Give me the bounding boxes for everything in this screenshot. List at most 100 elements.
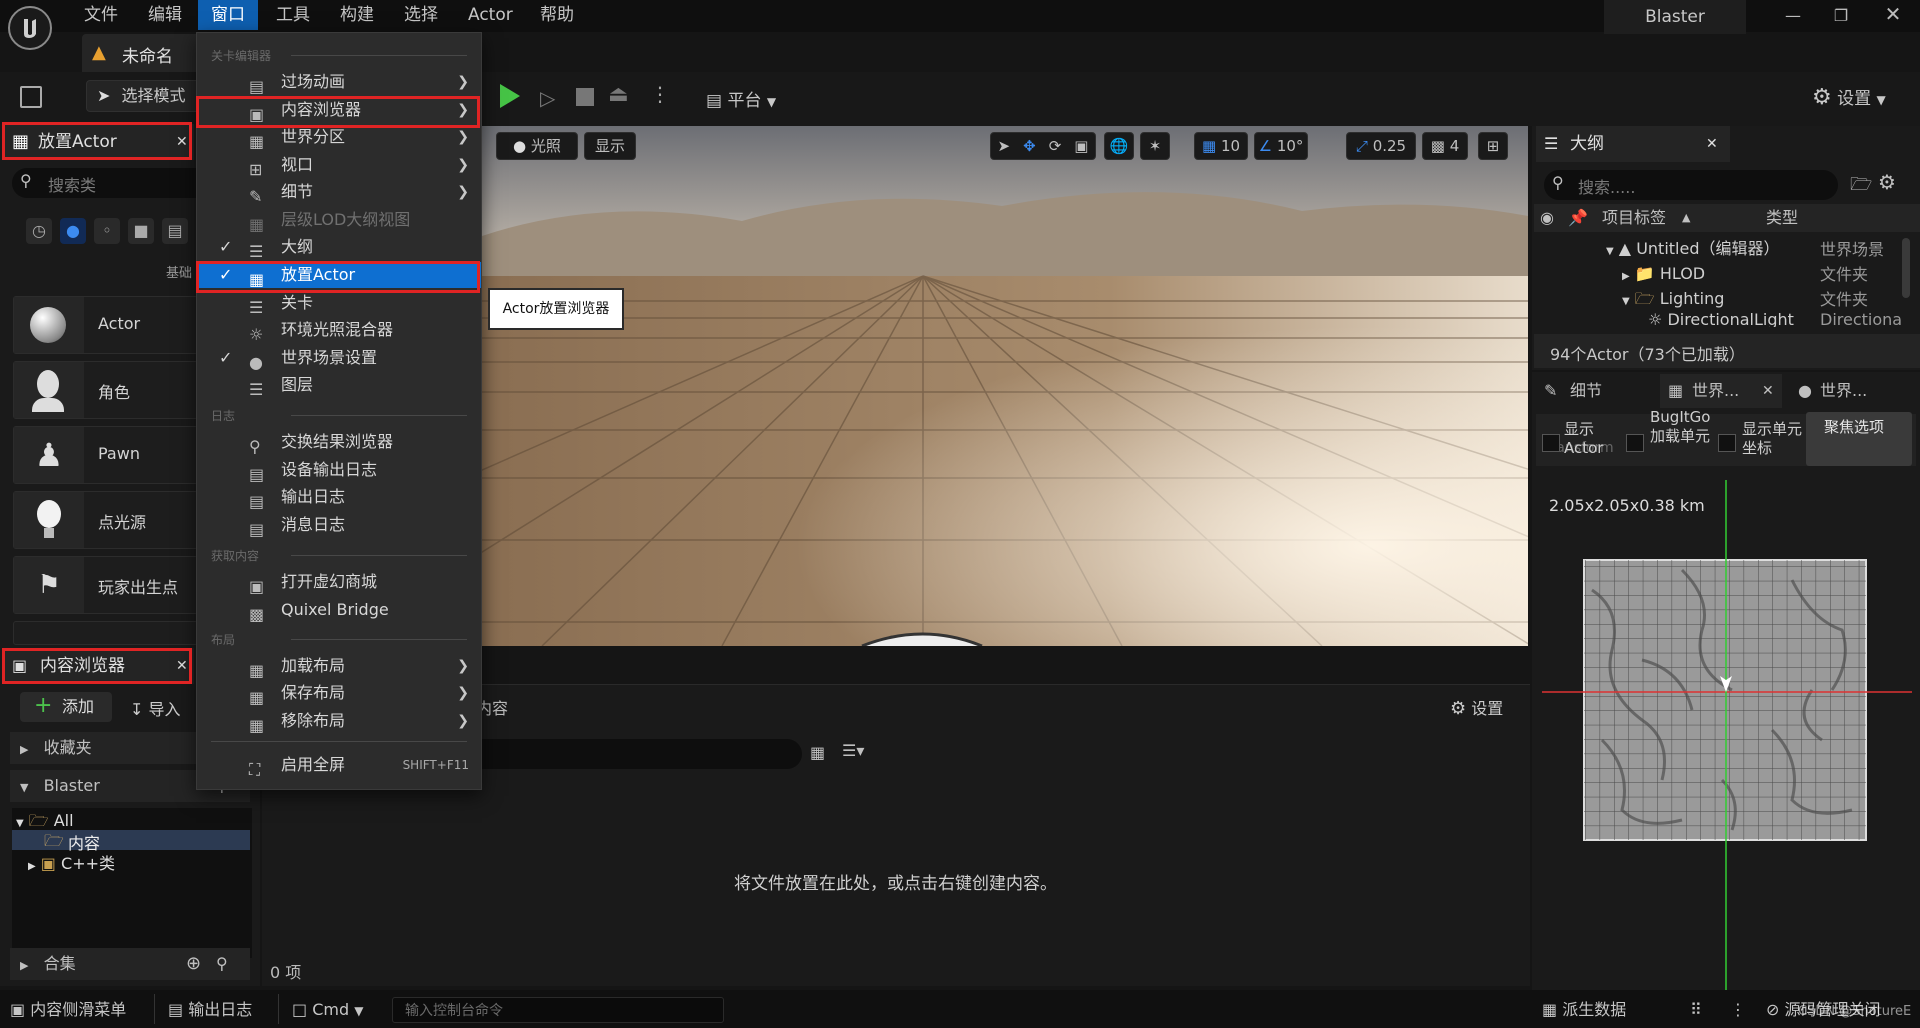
grip-icon[interactable]: ⠿ bbox=[1690, 994, 1702, 1026]
outliner-tab[interactable]: ☰ 大纲 ✕ bbox=[1536, 126, 1730, 162]
menu-item-output-log[interactable]: ▤ 输出日志 bbox=[197, 484, 481, 511]
search-icon[interactable]: ⚲ bbox=[216, 948, 228, 980]
eject-icon[interactable]: ⏏ bbox=[608, 82, 629, 107]
tree-item-cpp[interactable]: ▶ ▣ C++类 bbox=[28, 850, 115, 874]
cmd-dropdown[interactable]: □ Cmd ▼ bbox=[292, 994, 363, 1026]
actor-search-field[interactable]: ⚲ 搜索类 bbox=[12, 168, 198, 198]
stop-icon[interactable] bbox=[576, 88, 594, 106]
move-tool-icon[interactable]: ✥ bbox=[1023, 133, 1036, 159]
menu-edit[interactable]: 编辑 bbox=[140, 0, 190, 30]
menu-item-world-settings[interactable]: ✓ ● 世界场景设置 bbox=[197, 345, 481, 372]
menu-item-levels[interactable]: ☰ 关卡 bbox=[197, 290, 481, 317]
minimize-icon[interactable]: — bbox=[1782, 6, 1804, 28]
world-settings-tab[interactable]: ● 世界... bbox=[1790, 374, 1902, 408]
outliner-row[interactable]: ▶ 📁 HLOD bbox=[1622, 261, 1705, 286]
content-browser-tab[interactable]: ▣ 内容浏览器 ✕ bbox=[4, 648, 194, 684]
level-viewport[interactable]: ● 光照 显示 ➤ ✥ ⟳ ▣ 🌐 ✶ ▦ 10 ∠ 10° ⤢ 0.25 ▩ … bbox=[482, 126, 1528, 646]
save-search-icon[interactable]: ▦ bbox=[810, 743, 825, 762]
scale-tool-icon[interactable]: ▣ bbox=[1074, 133, 1088, 159]
menu-item-content-browser[interactable]: ▣ 内容浏览器 ❯ bbox=[197, 97, 481, 124]
menu-help[interactable]: 帮助 bbox=[532, 0, 582, 30]
details-tab[interactable]: ✎ 细节 bbox=[1536, 372, 1656, 410]
basic-icon[interactable]: ● bbox=[60, 218, 86, 244]
menu-item-layers[interactable]: ☰ 图层 bbox=[197, 372, 481, 399]
restore-icon[interactable]: ❐ bbox=[1830, 6, 1852, 28]
partial-item[interactable] bbox=[13, 621, 198, 645]
menu-select[interactable]: 选择 bbox=[396, 0, 446, 30]
menu-build[interactable]: 构建 bbox=[332, 0, 382, 30]
menu-item-outliner[interactable]: ✓ ☰ 大纲 bbox=[197, 234, 481, 261]
save-icon[interactable] bbox=[20, 86, 42, 108]
recent-icon[interactable]: ◷ bbox=[26, 218, 52, 244]
world-space-icon[interactable]: 🌐 bbox=[1104, 132, 1134, 160]
console-input[interactable]: 输入控制台命令 bbox=[392, 997, 724, 1023]
output-log-button[interactable]: ▤ 输出日志 bbox=[168, 994, 252, 1026]
bugitgo-checkbox[interactable] bbox=[1626, 434, 1644, 452]
menu-item-env-light-mixer[interactable]: ☼ 环境光照混合器 bbox=[197, 317, 481, 344]
angle-snap-button[interactable]: ∠ 10° bbox=[1254, 132, 1308, 160]
menu-item-remove-layout[interactable]: ▦ 移除布局 ❯ bbox=[197, 708, 481, 735]
menu-item-place-actor[interactable]: ✓ ▦ 放置Actor bbox=[197, 262, 481, 289]
visibility-icon[interactable]: ◉ bbox=[1540, 204, 1554, 232]
close-tab-icon[interactable]: ✕ bbox=[1706, 126, 1718, 162]
play-icon[interactable] bbox=[500, 84, 520, 108]
place-actor-tab[interactable]: ▦ 放置Actor ✕ bbox=[4, 124, 194, 160]
menu-file[interactable]: 文件 bbox=[76, 0, 126, 30]
document-tab[interactable]: ▲ 未命名 bbox=[82, 34, 200, 72]
import-button[interactable]: ↧ 导入 bbox=[130, 696, 181, 720]
menu-item-viewports[interactable]: ⊞ 视口 ❯ bbox=[197, 152, 481, 179]
show-button[interactable]: 显示 bbox=[584, 132, 636, 160]
add-collection-icon[interactable]: ⊕ bbox=[186, 948, 201, 980]
outliner-row[interactable]: ▼ ▲ Untitled（编辑器） bbox=[1606, 236, 1780, 261]
outliner-row[interactable]: ▼ 🗁 Lighting bbox=[1622, 286, 1724, 311]
scale-snap-button[interactable]: ⤢ 0.25 bbox=[1346, 132, 1416, 160]
menu-item-device-log[interactable]: ▤ 设备输出日志 bbox=[197, 457, 481, 484]
mode-dropdown[interactable]: ➤ 选择模式 bbox=[86, 80, 200, 112]
outliner-row[interactable]: ☼ DirectionalLight bbox=[1648, 309, 1794, 327]
grid-snap-button[interactable]: ▦ 10 bbox=[1194, 132, 1248, 160]
menu-item-save-layout[interactable]: ▦ 保存布局 ❯ bbox=[197, 680, 481, 707]
pawn-item[interactable]: ♟ Pawn bbox=[13, 426, 198, 484]
derived-data-button[interactable]: ▦ 派生数据 bbox=[1542, 994, 1626, 1026]
menu-tools[interactable]: 工具 bbox=[268, 0, 318, 30]
focus-options-button[interactable]: 聚焦选项 bbox=[1806, 412, 1912, 466]
new-folder-icon[interactable]: 🗁 bbox=[1850, 172, 1872, 202]
player-start-item[interactable]: ⚑ 玩家出生点 bbox=[13, 556, 198, 614]
platform-button[interactable]: ▤ 平台 ▼ bbox=[706, 86, 776, 111]
outliner-scrollbar[interactable] bbox=[1902, 238, 1910, 298]
viewport-layout-icon[interactable]: ⊞ bbox=[1478, 132, 1508, 160]
shapes-icon[interactable]: ■ bbox=[128, 218, 154, 244]
camera-speed-button[interactable]: ▩ 4 bbox=[1422, 132, 1468, 160]
menu-item-merge-results[interactable]: ⚲ 交换结果浏览器 bbox=[197, 429, 481, 456]
rotate-tool-icon[interactable]: ⟳ bbox=[1049, 133, 1062, 159]
content-settings-button[interactable]: ⚙ 设置 bbox=[1450, 695, 1503, 719]
show-actors-checkbox[interactable] bbox=[1542, 434, 1560, 452]
settings-button[interactable]: ⚙ 设置 ▼ bbox=[1812, 84, 1886, 110]
step-icon[interactable]: ▷ bbox=[540, 86, 555, 110]
close-tab-icon[interactable]: ✕ bbox=[176, 648, 188, 684]
world-partition-tab[interactable]: ▦ 世界... ✕ bbox=[1660, 374, 1782, 408]
menu-item-message-log[interactable]: ▤ 消息日志 bbox=[197, 512, 481, 539]
menu-window[interactable]: 窗口 bbox=[198, 0, 258, 30]
collections-header[interactable]: ▶ 合集 ⊕ ⚲ bbox=[10, 948, 250, 980]
menu-item-marketplace[interactable]: ▣ 打开虚幻商城 bbox=[197, 569, 481, 596]
menu-item-quixel[interactable]: ▩ Quixel Bridge bbox=[197, 597, 481, 624]
close-tab-icon[interactable]: ✕ bbox=[1762, 374, 1774, 408]
menu-item-fullscreen[interactable]: ⛶ 启用全屏 SHIFT+F11 bbox=[197, 752, 481, 779]
more-options-icon[interactable]: ⋮ bbox=[650, 82, 670, 106]
menu-item-load-layout[interactable]: ▦ 加载布局 ❯ bbox=[197, 653, 481, 680]
lit-mode-button[interactable]: ● 光照 bbox=[496, 132, 578, 160]
column-type[interactable]: 类型 bbox=[1766, 204, 1798, 232]
select-tool-icon[interactable]: ➤ bbox=[998, 133, 1011, 159]
content-drawer-button[interactable]: ▣ 内容侧滑菜单 bbox=[10, 994, 126, 1026]
world-partition-minimap[interactable] bbox=[1542, 480, 1912, 990]
close-tab-icon[interactable]: ✕ bbox=[176, 124, 188, 160]
character-item[interactable]: 角色 bbox=[13, 361, 198, 419]
column-label[interactable]: 项目标签 bbox=[1602, 204, 1666, 232]
cinematic-icon[interactable]: ▤ bbox=[162, 218, 188, 244]
unreal-logo-icon[interactable] bbox=[8, 6, 52, 50]
menu-item-world-partition[interactable]: ▦ 世界分区 ❯ bbox=[197, 124, 481, 151]
outliner-search-field[interactable]: ⚲ 搜索..... bbox=[1544, 170, 1838, 200]
surface-snap-icon[interactable]: ✶ bbox=[1140, 132, 1170, 160]
pin-icon[interactable]: 📌 bbox=[1568, 204, 1588, 232]
